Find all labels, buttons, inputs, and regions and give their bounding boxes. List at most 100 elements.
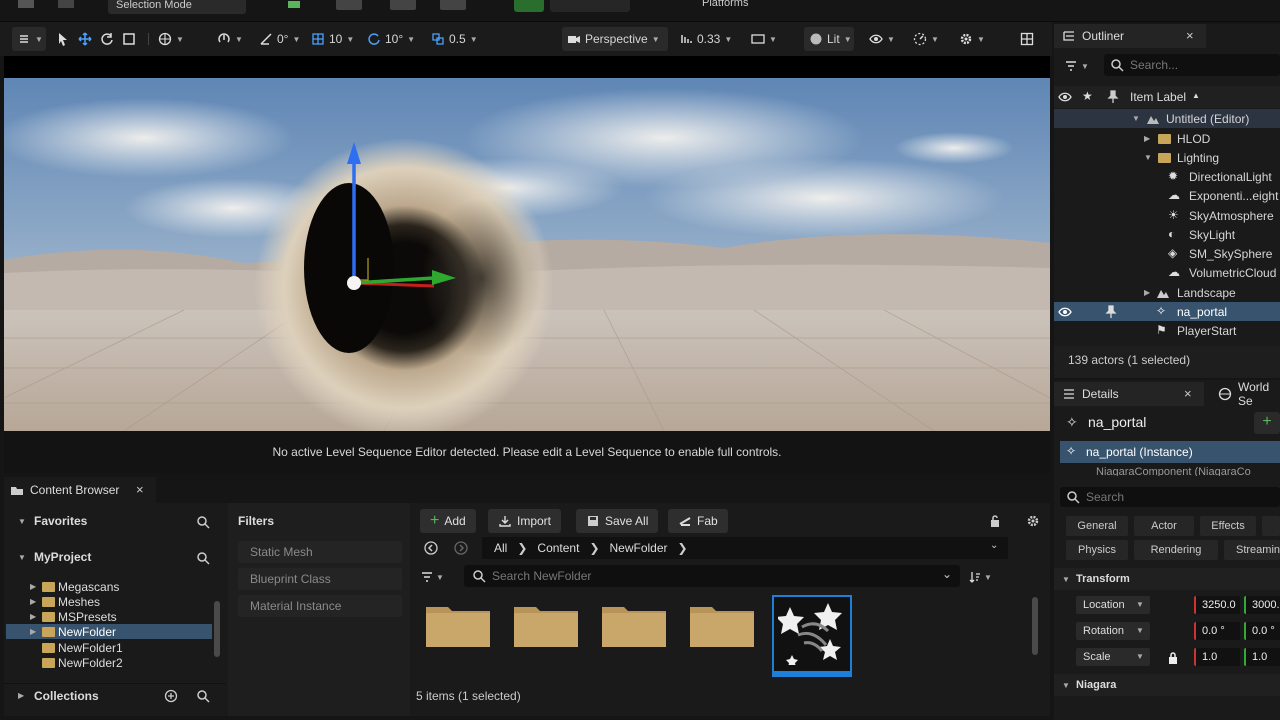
lock-icon[interactable] [1166,651,1180,665]
folder-item[interactable]: ▶ Megascans [4,579,224,594]
forward-icon[interactable] [454,541,468,555]
outliner-row-lighting[interactable]: ▼ Lighting [1054,148,1280,167]
folder-item[interactable]: ▶ MSPresets [4,609,224,624]
breadcrumb-all[interactable]: All [494,541,507,555]
sort-button[interactable]: ▼ [968,567,992,587]
save-all-button[interactable]: Save All [576,509,659,533]
asset-tile-niagara-system[interactable] [772,595,852,677]
outliner-row-world[interactable]: ▼ Untitled (Editor) [1054,109,1280,128]
outliner-row-skylight[interactable]: ◐ SkyLight [1054,225,1280,244]
filter-material-instance[interactable]: Material Instance [238,595,402,617]
scale-x-field[interactable]: 1.0 [1194,648,1240,666]
item-label-header[interactable]: Item Label [1130,90,1186,104]
outliner-row-heightfog[interactable]: ☁ Exponenti...eight [1054,186,1280,205]
fab-button[interactable]: Fab [668,509,728,533]
filter-static-mesh[interactable]: Static Mesh [238,541,402,563]
filter-button[interactable]: ▼ [1064,58,1089,74]
rotation-dropdown[interactable]: Rotation ▼ [1076,622,1150,640]
collections-section[interactable]: ▶ Collections [4,683,226,707]
actor-name[interactable]: na_portal [1088,414,1146,430]
asset-tile-folder[interactable] [426,603,490,647]
search-icon[interactable] [196,689,210,703]
select-cursor-icon[interactable] [56,32,70,46]
camera-speed-button[interactable]: 0.33 ▼ [674,27,737,51]
blueprint-icon[interactable] [336,0,362,10]
perspective-button[interactable]: Perspective ▼ [562,27,668,51]
settings-button[interactable]: ▼ [954,27,990,51]
folder-item-selected[interactable]: ▶ NewFolder [6,624,212,639]
rotate-icon[interactable] [100,32,114,46]
performance-button[interactable]: ▼ [908,27,944,51]
add-component-button[interactable]: + [1254,412,1280,434]
asset-tile-folder[interactable] [602,603,666,647]
rotation-x-field[interactable]: 0.0 ° [1194,622,1240,640]
instance-row[interactable]: ✧ na_portal (Instance) [1060,441,1280,463]
scale-y-field[interactable]: 1.0 [1244,648,1280,666]
location-x-field[interactable]: 3250.0 [1194,596,1240,614]
level-viewport[interactable] [4,56,1050,431]
build-icon[interactable] [440,0,466,10]
scale-dropdown[interactable]: Scale ▼ [1076,648,1150,666]
details-search[interactable]: Search [1060,487,1280,507]
add-actor-icon[interactable] [284,0,314,10]
rotate-snap-button[interactable]: 0° ▼ [254,27,305,51]
breadcrumb-content[interactable]: Content [537,541,579,555]
filter-physics[interactable]: Physics [1066,540,1128,560]
pin-icon[interactable] [1106,90,1120,104]
add-collection-icon[interactable] [164,689,178,703]
platforms-button[interactable]: Platforms [676,0,772,12]
outliner-row-volumetriccloud[interactable]: ☁ VolumetricCloud [1054,263,1280,282]
gear-icon[interactable] [1026,514,1040,528]
filter-actor[interactable]: Actor [1134,516,1194,536]
asset-search[interactable]: Search NewFolder ⌄ [464,565,960,587]
outliner-row-skyatmosphere[interactable]: ☀ SkyAtmosphere [1054,206,1280,225]
asset-tile-folder[interactable] [514,603,578,647]
component-row[interactable]: NiagaraComponent (NiagaraCo [1060,464,1280,476]
show-flags-button[interactable]: ▼ [864,27,900,51]
outliner-row-landscape[interactable]: ▶ Landscape [1054,283,1280,302]
filter-general[interactable]: General [1066,516,1128,536]
eye-icon[interactable] [1058,90,1072,104]
folder-item[interactable]: ▶ Meshes [4,594,224,609]
asset-tile-folder[interactable] [690,603,754,647]
outliner-row-na-portal[interactable]: ✧ na_portal [1054,302,1280,321]
add-button[interactable]: + Add [420,509,476,533]
cinematics-icon[interactable] [390,0,416,10]
import-button[interactable]: Import [488,509,562,533]
outliner-row-hlod[interactable]: ▶ HLOD [1054,129,1280,148]
content-browser-tab[interactable]: Content Browser × [4,477,156,503]
visibility-eye-icon[interactable] [1058,305,1072,319]
location-dropdown[interactable]: Location ▼ [1076,596,1150,614]
niagara-section[interactable]: ▼ Niagara [1054,674,1280,696]
play-controls[interactable] [550,0,630,12]
rotation-y-field[interactable]: 0.0 ° [1244,622,1280,640]
lit-button[interactable]: Lit ▼ [804,27,854,51]
lock-icon[interactable] [988,514,1002,528]
outliner-row-directionallight[interactable]: ✹ DirectionalLight [1054,167,1280,186]
details-tab[interactable]: Details × [1054,382,1204,406]
content-icon[interactable] [58,0,74,8]
close-icon[interactable]: × [1184,386,1192,401]
project-section[interactable]: ▼ MyProject [4,547,226,569]
filter-streaming[interactable]: Streamin [1224,540,1280,560]
close-icon[interactable]: × [1186,28,1194,43]
layout-icon[interactable] [1020,32,1034,46]
filter-blueprint-class[interactable]: Blueprint Class [238,568,402,590]
folder-item[interactable]: NewFolder2 [4,655,224,670]
back-icon[interactable] [424,541,438,555]
chevron-down-icon[interactable]: ⌄ [942,567,952,581]
world-space-icon[interactable] [158,32,172,46]
outliner-search[interactable]: Search... [1104,54,1280,76]
search-icon[interactable] [196,515,210,529]
outliner-row-playerstart[interactable]: ⚑ PlayerStart [1054,321,1280,340]
scale-snap-button[interactable]: 0.5 ▼ [426,27,483,51]
pin-icon[interactable] [1104,305,1118,319]
breadcrumb-newfolder[interactable]: NewFolder [610,541,668,555]
surface-snap-button[interactable]: ▼ [212,27,248,51]
filter-rendering[interactable]: Rendering [1134,540,1218,560]
screen-percentage-button[interactable]: ▼ [746,27,782,51]
outliner-tab[interactable]: Outliner × [1054,24,1206,48]
world-settings-tab[interactable]: World Se [1210,380,1280,408]
viewport-menu-button[interactable]: ▼ [12,27,46,51]
star-icon[interactable]: ★ [1082,89,1093,103]
